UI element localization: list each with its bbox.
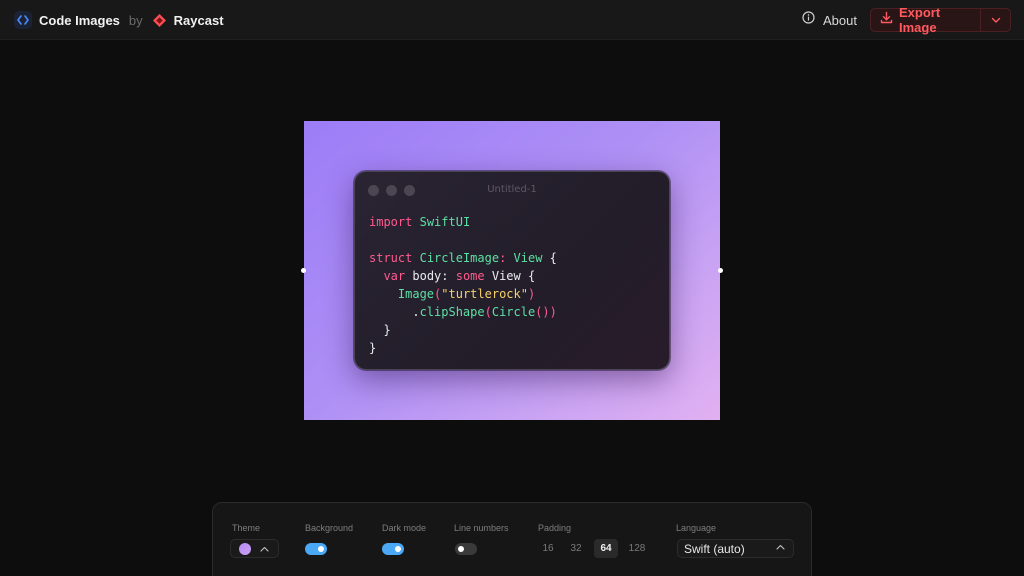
brand: Code Images by Raycast xyxy=(14,10,224,30)
resize-handle-right[interactable] xyxy=(718,268,723,273)
chevron-up-icon xyxy=(260,546,269,552)
download-icon xyxy=(880,11,893,29)
padding-option-128[interactable]: 128 xyxy=(624,539,650,558)
line-numbers-label: Line numbers xyxy=(454,523,509,533)
info-icon xyxy=(802,11,815,29)
code-token: var xyxy=(383,269,406,283)
code-token: ( xyxy=(484,305,492,319)
resize-handle-left[interactable] xyxy=(301,268,306,273)
top-bar: Code Images by Raycast About Export Imag… xyxy=(0,0,1024,40)
raycast-logo-icon xyxy=(152,12,168,28)
code-line: } xyxy=(369,321,557,339)
language-select[interactable]: Swift (auto) xyxy=(677,539,794,558)
padding-label: Padding xyxy=(538,523,572,533)
chevron-up-icon xyxy=(776,544,785,550)
code-token: ) xyxy=(527,287,536,301)
about-label: About xyxy=(823,12,857,28)
theme-picker[interactable] xyxy=(230,539,279,558)
padding-option-64[interactable]: 64 xyxy=(594,539,618,558)
theme-label: Theme xyxy=(232,523,261,533)
dark-mode-toggle[interactable] xyxy=(382,543,404,555)
control-panel: Theme Background Dark mode Line numbers … xyxy=(212,502,812,576)
by-text: by xyxy=(128,12,143,28)
background-toggle[interactable] xyxy=(305,543,327,555)
chevron-down-icon xyxy=(991,11,1001,29)
code-token: import xyxy=(369,215,413,229)
code-brackets-icon xyxy=(14,11,32,29)
code-token: } xyxy=(369,323,391,337)
code-token: View { xyxy=(484,269,536,283)
code-window: Untitled-1 import SwiftUI struct CircleIm… xyxy=(354,171,670,370)
window-title[interactable]: Untitled-1 xyxy=(355,184,669,195)
image-canvas: Untitled-1 import SwiftUI struct CircleIm… xyxy=(301,121,723,420)
code-editor[interactable]: import SwiftUI struct CircleImage: View {… xyxy=(369,213,557,357)
code-token: : xyxy=(499,251,514,265)
app-title: Code Images xyxy=(39,12,120,28)
code-token: . xyxy=(369,305,420,319)
code-line: struct CircleImage: View { xyxy=(369,249,557,267)
code-line: .clipShape(Circle()) xyxy=(369,303,557,321)
language-label: Language xyxy=(676,523,717,533)
code-token: View xyxy=(513,251,543,265)
code-token: { xyxy=(542,251,557,265)
code-token: struct xyxy=(369,251,413,265)
export-button-group: Export Image xyxy=(870,5,1011,35)
code-line: Image("turtlerock") xyxy=(369,285,557,303)
code-line: var body: some View { xyxy=(369,267,557,285)
code-token: ()) xyxy=(535,305,557,319)
export-image-button[interactable]: Export Image xyxy=(871,5,980,35)
code-token: Image xyxy=(397,287,435,301)
code-token: Circle xyxy=(491,305,536,319)
padding-option-32[interactable]: 32 xyxy=(564,539,588,558)
padding-option-16[interactable]: 16 xyxy=(536,539,560,558)
code-token: CircleImage xyxy=(419,251,500,265)
code-token: SwiftUI xyxy=(419,215,471,229)
theme-swatch xyxy=(239,542,251,555)
code-token: body: xyxy=(405,269,456,283)
line-numbers-toggle[interactable] xyxy=(455,543,477,555)
code-token: "turtlerock" xyxy=(441,287,528,301)
code-token: some xyxy=(455,269,485,283)
company-name[interactable]: Raycast xyxy=(174,13,224,28)
code-token: } xyxy=(369,341,377,355)
code-token: clipShape xyxy=(419,305,485,319)
about-button[interactable]: About xyxy=(802,10,857,30)
language-value: Swift (auto) xyxy=(684,541,745,556)
dark-mode-label: Dark mode xyxy=(382,523,427,533)
code-line: } xyxy=(369,339,557,357)
export-image-label: Export Image xyxy=(899,5,941,35)
export-options-button[interactable] xyxy=(981,9,1010,31)
code-line: import SwiftUI xyxy=(369,213,557,231)
background-label: Background xyxy=(305,523,354,533)
